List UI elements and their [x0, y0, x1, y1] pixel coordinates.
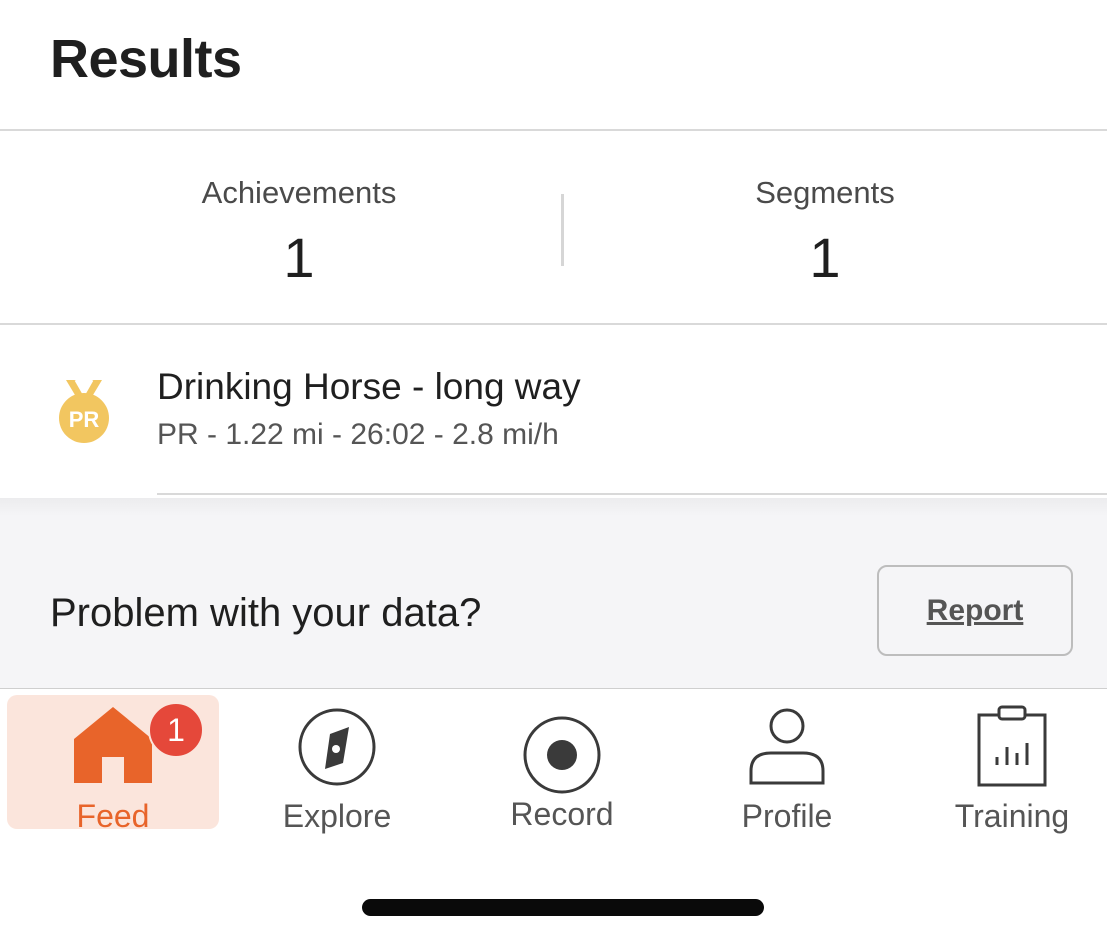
- achievements-count: 1: [283, 226, 315, 289]
- header-divider: [0, 129, 1107, 131]
- stats-divider: [561, 194, 564, 266]
- segments-label: Segments: [755, 175, 895, 210]
- tab-feed[interactable]: 1 Feed: [7, 695, 219, 833]
- problem-section: Problem with your data? Report: [0, 498, 1107, 688]
- tab-label-explore: Explore: [282, 798, 392, 834]
- segment-meta: PR - 1.22 mi - 26:02 - 2.8 mi/h: [157, 418, 559, 451]
- home-indicator: [362, 899, 764, 916]
- segment-row[interactable]: PR Drinking Horse - long way PR - 1.22 m…: [0, 326, 1107, 496]
- segments-stat[interactable]: Segments 1: [615, 175, 1035, 290]
- tab-profile[interactable]: Profile: [681, 695, 893, 833]
- pr-medal-icon: PR: [59, 379, 109, 443]
- tab-label-record: Record: [510, 796, 614, 832]
- achievements-label: Achievements: [201, 175, 397, 210]
- stats-bottom-divider: [0, 323, 1107, 325]
- report-button[interactable]: Report: [877, 565, 1073, 656]
- person-icon: [749, 708, 825, 785]
- problem-text: Problem with your data?: [50, 591, 482, 635]
- page-title: Results: [50, 29, 242, 89]
- tab-label-profile: Profile: [741, 798, 833, 834]
- achievements-stat[interactable]: Achievements 1: [89, 175, 509, 290]
- tabbar-divider: [0, 688, 1107, 689]
- clipboard-chart-icon: [977, 705, 1047, 787]
- segments-count: 1: [809, 226, 841, 289]
- compass-icon: [298, 708, 376, 786]
- tab-bar: 1 Feed Explore Record Profile Training: [0, 690, 1107, 850]
- segment-name: Drinking Horse - long way: [157, 366, 581, 407]
- notification-badge: 1: [148, 702, 204, 758]
- pr-medal-text: PR: [69, 407, 100, 432]
- record-icon: [523, 716, 601, 794]
- tab-label-feed: Feed: [76, 798, 150, 834]
- tab-training[interactable]: Training: [906, 695, 1107, 833]
- tab-explore[interactable]: Explore: [231, 695, 443, 833]
- tab-label-training: Training: [954, 798, 1070, 834]
- segment-divider: [157, 493, 1107, 495]
- home-icon: [74, 707, 152, 783]
- tab-record[interactable]: Record: [456, 695, 668, 832]
